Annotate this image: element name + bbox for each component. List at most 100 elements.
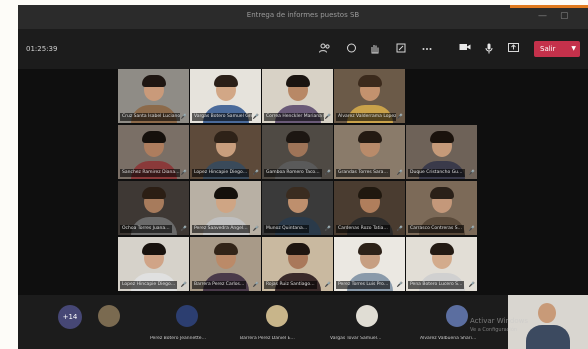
participant-name: Barrera Perez Carlos… <box>192 281 247 289</box>
participant-tile[interactable]: Pena Botero Lucero S… 🎤 <box>406 237 477 291</box>
participant-hair <box>142 243 166 255</box>
mic-icon: 🎤 <box>252 226 259 232</box>
mic-icon: 🎤 <box>396 114 403 120</box>
avatar <box>266 305 288 327</box>
participant-thumb[interactable] <box>88 299 138 343</box>
participant-tile[interactable]: Rojas Ruiz Santiago… 🎤 <box>262 237 333 291</box>
watermark-line2: Ve a Configuración <box>470 327 518 333</box>
video-grid: Cruz Santa Isabel Luciano 🎤 Vargas Botero … <box>18 69 588 295</box>
more-options-icon[interactable] <box>420 43 434 55</box>
participant-hair <box>358 75 382 87</box>
participant-tile[interactable]: Munoz Quintana… 🎤 <box>262 181 333 235</box>
meeting-timer: 01:25:39 <box>26 45 58 53</box>
mic-icon: 🎤 <box>396 170 403 176</box>
participant-tile[interactable]: Cardenas Rozo Tatia… 🎤 <box>334 181 405 235</box>
share-screen-icon[interactable] <box>506 43 520 55</box>
participant-tile[interactable]: Barrera Perez Carlos… 🎤 <box>190 237 261 291</box>
maximize-icon[interactable]: ▢ <box>560 11 569 21</box>
participant-name: Duque Cristancho Gu… <box>408 169 465 177</box>
participant-tile[interactable]: Ochoa Torres Juana… 🎤 <box>118 181 189 235</box>
leave-label: Salir <box>540 45 556 53</box>
mic-icon: 🎤 <box>180 170 187 176</box>
leave-button[interactable]: Salir ▼ <box>534 41 580 57</box>
mic-icon: 🎤 <box>324 282 331 288</box>
mic-icon: 🎤 <box>324 170 331 176</box>
participant-name: Carrasco Contreras S… <box>408 225 465 233</box>
participant-name: Cardenas Rozo Tatia… <box>336 225 390 233</box>
mic-icon: 🎤 <box>468 170 475 176</box>
participant-hair <box>358 131 382 143</box>
avatar <box>98 305 120 327</box>
avatar <box>446 305 468 327</box>
people-icon[interactable] <box>318 43 332 55</box>
participant-tile[interactable]: Grandas Torres Sara… 🎤 <box>334 125 405 179</box>
participant-name: Correa Henckler Mariana El… <box>264 113 324 121</box>
mic-icon: 🎤 <box>252 170 259 176</box>
participant-tile[interactable]: Gamboa Romero Taco… 🎤 <box>262 125 333 179</box>
participant-hair <box>214 243 238 255</box>
camera-icon[interactable] <box>458 43 472 55</box>
participant-name: Sanchez Ramirez Diana… <box>120 169 180 177</box>
mic-icon: 🎤 <box>252 114 259 120</box>
more-participants-badge[interactable]: +14 <box>58 305 82 329</box>
participant-thumb[interactable]: Perez Botero Jeannette… <box>148 299 236 343</box>
participant-name: Gamboa Romero Taco… <box>264 169 322 177</box>
participant-name: Lopez Hincapie Diego… <box>120 281 178 289</box>
mic-icon: 🎤 <box>396 226 403 232</box>
mic-icon[interactable] <box>482 43 496 55</box>
windows-activation-watermark: Activar Windows Ve a Configuración <box>470 317 528 335</box>
participant-tile[interactable]: Perez Saavedra Angel… 🎤 <box>190 181 261 235</box>
watermark-line1: Activar Windows <box>470 317 528 325</box>
title-bar: Entrega de informes puestos SB — ▢ <box>18 5 588 29</box>
participant-hair <box>142 187 166 199</box>
participant-hair <box>214 187 238 199</box>
participant-name: Rojas Ruiz Santiago… <box>264 281 317 289</box>
participant-name: Barrera Perez Daniel E… <box>240 336 295 341</box>
share-tray-icon[interactable] <box>394 43 408 55</box>
participant-name: Vargas Botero Samuel Grego… <box>192 113 252 121</box>
participant-name: Ochoa Torres Juana… <box>120 225 172 233</box>
participant-tile[interactable]: Vargas Botero Samuel Grego…🎤 <box>190 69 261 123</box>
mic-icon: 🎤 <box>324 226 331 232</box>
participant-tile[interactable]: Alvarez Valderrama Lopez A…🎤 <box>334 69 405 123</box>
participant-hair <box>214 75 238 87</box>
accent-strip <box>510 5 588 8</box>
participant-name: Perez Botero Jeannette… <box>150 336 207 341</box>
meeting-controls-bar: 01:25:39 Salir ▼ <box>18 29 588 69</box>
self-face <box>538 303 556 323</box>
chevron-down-icon[interactable]: ▼ <box>571 41 576 57</box>
mic-icon: 🎤 <box>252 282 259 288</box>
participant-name: Perez Torres Luis Pro… <box>336 281 391 289</box>
participant-tile[interactable]: Correa Henckler Mariana El…🎤 <box>262 69 333 123</box>
participant-name: Grandas Torres Sara… <box>336 169 390 177</box>
mic-icon: 🎤 <box>180 226 187 232</box>
participant-tile[interactable]: Cruz Santa Isabel Luciano 🎤 <box>118 69 189 123</box>
participant-thumb[interactable]: Barrera Perez Daniel E… <box>238 299 326 343</box>
teams-meeting-window: Entrega de informes puestos SB — ▢ 01:25… <box>18 5 588 349</box>
minimize-icon[interactable]: — <box>538 11 547 21</box>
participant-tile[interactable]: Sanchez Ramirez Diana… 🎤 <box>118 125 189 179</box>
participant-hair <box>286 187 310 199</box>
participant-name: Pena Botero Lucero S… <box>408 281 465 289</box>
avatar <box>356 305 378 327</box>
participant-tile[interactable]: Lopez Hincapie Diego… 🎤 <box>190 125 261 179</box>
chat-icon[interactable] <box>344 43 358 55</box>
participant-tile[interactable]: Lopez Hincapie Diego… 🎤 <box>118 237 189 291</box>
participant-hair <box>142 75 166 87</box>
participant-thumb[interactable]: Vargas Tovar Samuel… <box>328 299 416 343</box>
avatar <box>176 305 198 327</box>
participant-hair <box>142 131 166 143</box>
participant-hair <box>214 131 238 143</box>
participant-hair <box>358 243 382 255</box>
self-body <box>526 325 570 349</box>
participant-hair <box>286 75 310 87</box>
participant-hair <box>286 131 310 143</box>
participant-tile[interactable]: Duque Cristancho Gu… 🎤 <box>406 125 477 179</box>
participant-tile[interactable]: Carrasco Contreras S… 🎤 <box>406 181 477 235</box>
participant-name: Alvarez Valderrama Lopez A… <box>336 113 396 121</box>
participant-tile[interactable]: Perez Torres Luis Pro… 🎤 <box>334 237 405 291</box>
raise-hand-icon[interactable] <box>368 43 382 55</box>
participant-name: Perez Saavedra Angel… <box>192 225 250 233</box>
participant-name: Vargas Tovar Samuel… <box>330 336 382 341</box>
participant-hair <box>286 243 310 255</box>
